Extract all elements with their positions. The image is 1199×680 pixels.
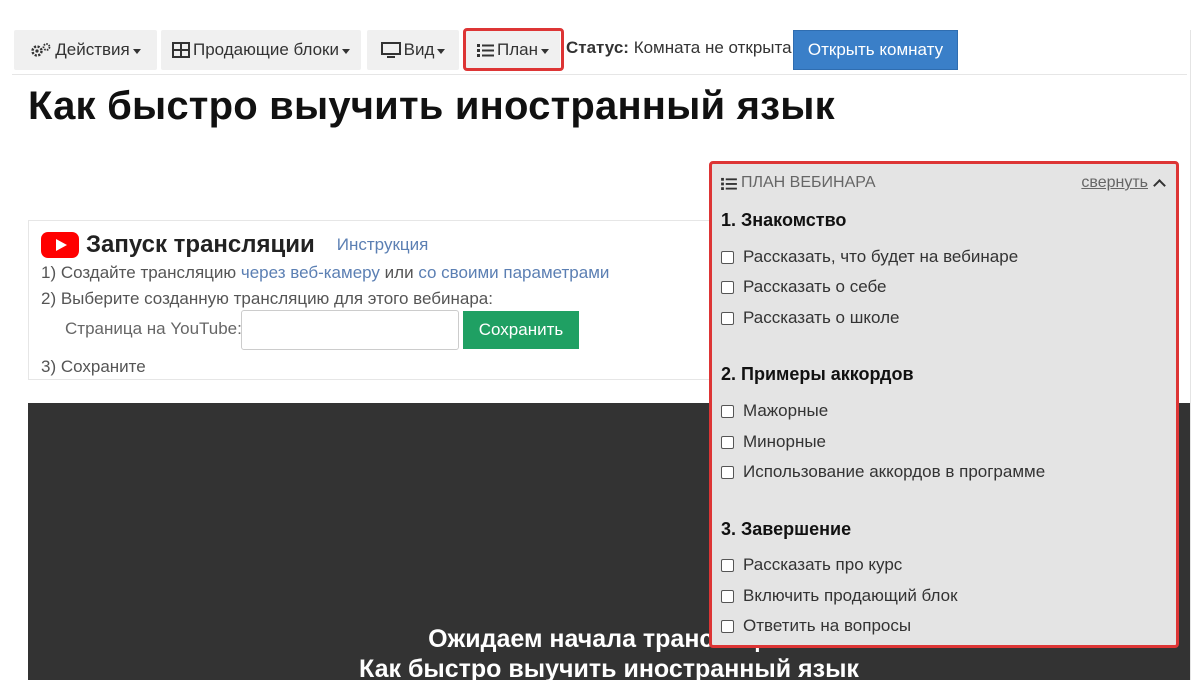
plan-item[interactable]: Использование аккордов в программе [721,462,1045,482]
plan-item-label: Рассказать о школе [743,308,900,327]
plan-panel-header: ПЛАН ВЕБИНАРА [721,174,876,192]
status-value: Комната не открыта [633,38,792,57]
custom-params-link[interactable]: со своими параметрами [418,263,609,282]
plan-item[interactable]: Рассказать про курс [721,555,902,575]
plan-item[interactable]: Ответить на вопросы [721,616,911,636]
checkbox[interactable] [721,311,734,325]
plan-dropdown-button[interactable]: План [466,30,560,70]
plan-item-label: Использование аккордов в программе [743,462,1046,481]
step-3: 3) Сохраните [41,357,146,376]
plan-section-title: 3. Завершение [721,519,852,539]
plan-item[interactable]: Включить продающий блок [721,586,958,606]
step-1-text: 1) Создайте трансляцию [41,263,237,282]
view-dropdown-button[interactable]: Вид [367,30,459,70]
checkbox[interactable] [721,589,734,603]
plan-label: План [497,40,538,59]
room-status: Статус: Комната не открыта [566,38,792,58]
webinar-plan-panel: ПЛАН ВЕБИНАРА свернуть 1. Знакомство Рас… [709,161,1179,648]
selling-blocks-dropdown-button[interactable]: Продающие блоки [161,30,361,70]
plan-item-label: Рассказать про курс [743,555,903,574]
plan-item[interactable]: Рассказать, что будет на вебинаре [721,247,1018,267]
checkbox[interactable] [721,435,734,449]
page-title: Как быстро выучить иностранный язык [28,84,835,128]
step-1-or: или [384,263,414,282]
checkbox[interactable] [721,619,734,633]
chevron-up-icon [1153,179,1166,192]
plan-section-title: 2. Примеры аккордов [721,364,914,384]
table-icon [171,42,190,58]
plan-item[interactable]: Мажорные [721,401,828,421]
webcam-link[interactable]: через веб-камеру [241,263,380,282]
checkbox[interactable] [721,280,734,294]
plan-item[interactable]: Рассказать о школе [721,308,899,328]
plan-item-label: Рассказать о себе [743,277,887,296]
collapse-label: свернуть [1081,174,1148,191]
plan-item[interactable]: Рассказать о себе [721,277,887,297]
video-webinar-title: Как быстро выучить иностранный язык [359,655,859,680]
open-room-button[interactable]: Открыть комнату [793,30,958,70]
collapse-plan-link[interactable]: свернуть [1081,174,1166,192]
list-icon [721,177,737,190]
plan-panel-title: ПЛАН ВЕБИНАРА [741,174,876,191]
view-label: Вид [403,40,435,59]
step-1: 1) Создайте трансляцию через веб-камеру … [41,263,609,283]
step-2: 2) Выберите созданную трансляцию для это… [41,289,493,308]
caret-down-icon [437,48,446,54]
plan-item-label: Рассказать, что будет на вебинаре [743,247,1019,266]
gears-icon [31,43,51,57]
youtube-page-label: Страница на YouTube: [65,319,242,338]
actions-label: Действия [55,40,130,59]
checkbox[interactable] [721,404,734,418]
plan-item-label: Включить продающий блок [743,586,958,605]
monitor-icon [380,41,401,58]
toolbar-divider [12,74,1187,75]
caret-down-icon [342,48,350,54]
youtube-page-input[interactable] [241,310,459,350]
plan-item[interactable]: Минорные [721,432,826,452]
youtube-stream-panel: Запуск трансляции Инструкция 1) Создайте… [28,220,728,380]
list-icon [477,44,494,57]
plan-section-title: 1. Знакомство [721,210,847,230]
save-button[interactable]: Сохранить [463,311,579,349]
checkbox[interactable] [721,250,734,264]
page-right-border [1190,30,1191,680]
plan-item-label: Ответить на вопросы [743,616,912,635]
caret-down-icon [540,48,549,54]
selling-blocks-label: Продающие блоки [192,40,339,59]
checkbox[interactable] [721,558,734,572]
toolbar: Действия Продающие блоки Вид План Статус… [0,28,1199,72]
plan-item-label: Минорные [743,432,827,451]
youtube-icon [41,232,79,258]
youtube-panel-title: Запуск трансляции [86,231,315,258]
instruction-link[interactable]: Инструкция [337,235,429,255]
caret-down-icon [132,48,141,54]
actions-dropdown-button[interactable]: Действия [14,30,157,70]
plan-item-label: Мажорные [743,401,829,420]
checkbox[interactable] [721,465,734,479]
status-label: Статус: [566,38,629,57]
youtube-panel-header: Запуск трансляции Инструкция [41,231,428,259]
